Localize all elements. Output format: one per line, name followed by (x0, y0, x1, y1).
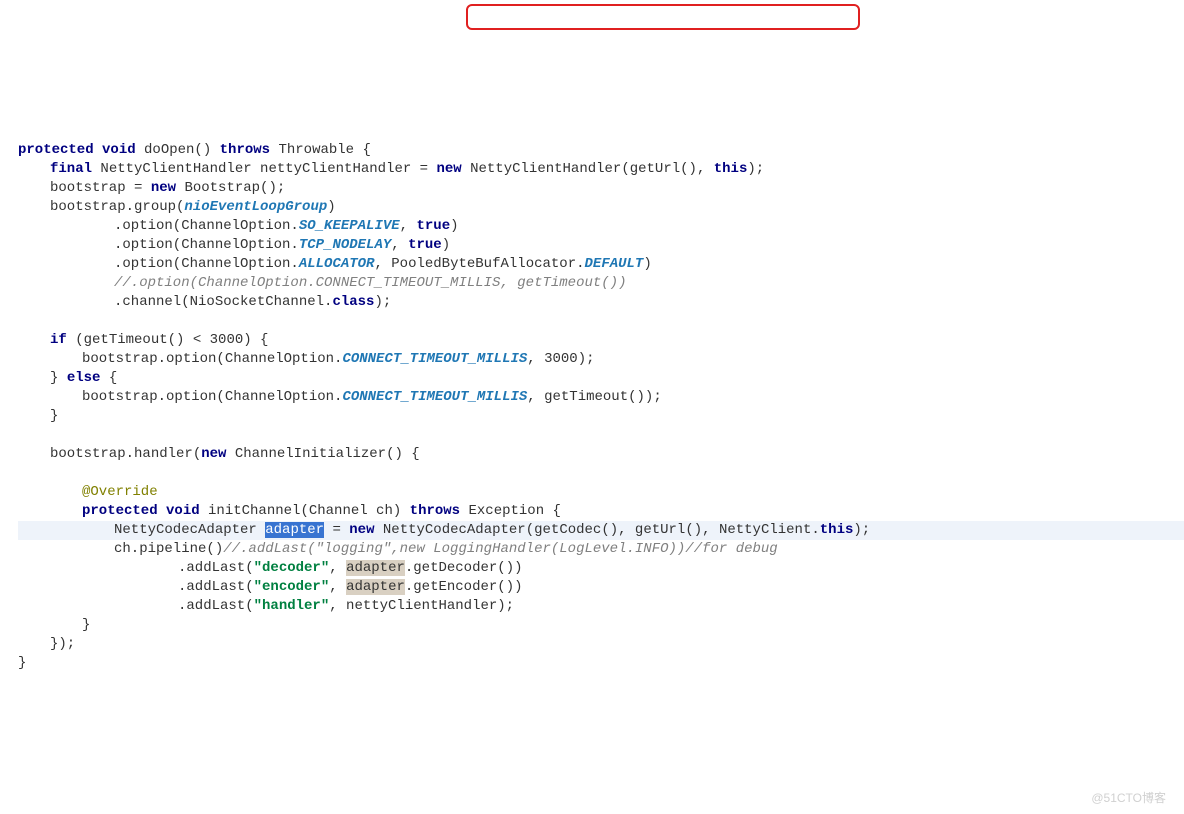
code-token: new (436, 161, 461, 177)
code-token: } (50, 370, 67, 386)
code-token: , (400, 218, 417, 234)
code-comment: //.addLast("logging",new LoggingHandler(… (223, 541, 778, 557)
watermark-text: @51CTO博客 (1091, 789, 1166, 808)
code-token: = (324, 522, 349, 538)
code-token: ); (747, 161, 764, 177)
code-token: } (18, 655, 26, 671)
code-string: "handler" (254, 598, 330, 614)
code-token: new (349, 522, 374, 538)
code-token: ) (643, 256, 651, 272)
code-token: .getEncoder()) (405, 579, 523, 595)
code-string: "decoder" (254, 560, 330, 576)
code-token: ch.pipeline() (114, 541, 223, 557)
code-token: NettyClientHandler(getUrl(), (462, 161, 714, 177)
highlighted-line: NettyCodecAdapter adapter = new NettyCod… (18, 521, 1184, 540)
code-token: initChannel(Channel ch) (200, 503, 410, 519)
code-token: ChannelInitializer() { (226, 446, 419, 462)
code-token: Throwable { (270, 142, 371, 158)
code-token: class (332, 294, 374, 310)
code-token: , (391, 237, 408, 253)
code-comment: //.option(ChannelOption.CONNECT_TIMEOUT_… (114, 275, 626, 291)
code-token: DEFAULT (585, 256, 644, 272)
code-token: doOpen() (136, 142, 220, 158)
code-token: Exception { (460, 503, 561, 519)
code-token: .addLast( (178, 598, 254, 614)
code-token: bootstrap.option(ChannelOption. (82, 389, 342, 405)
code-token: (getTimeout() < 3000) { (67, 332, 269, 348)
code-token: }); (50, 636, 75, 652)
selected-identifier: adapter (265, 522, 324, 538)
code-token: true (416, 218, 450, 234)
code-token: , getTimeout()); (527, 389, 661, 405)
code-string: "encoder" (254, 579, 330, 595)
code-token: NettyCodecAdapter(getCodec(), getUrl(), … (374, 522, 819, 538)
code-token: bootstrap.handler( (50, 446, 201, 462)
red-highlight-box (466, 4, 860, 30)
code-token: this (714, 161, 748, 177)
code-token: CONNECT_TIMEOUT_MILLIS (342, 351, 527, 367)
code-token: Bootstrap(); (176, 180, 285, 196)
code-token: , PooledByteBufAllocator. (374, 256, 584, 272)
code-token: protected void (82, 503, 200, 519)
code-block: protected void doOpen() throws Throwable… (18, 122, 1166, 673)
code-token: .getDecoder()) (405, 560, 523, 576)
code-token: ) (442, 237, 450, 253)
code-token: throws (220, 142, 270, 158)
code-token: this (820, 522, 854, 538)
identifier-usage: adapter (346, 560, 405, 576)
code-token: NettyClientHandler nettyClientHandler = (92, 161, 436, 177)
code-token: NettyCodecAdapter (114, 522, 265, 538)
code-token: , 3000); (527, 351, 594, 367)
code-token: SO_KEEPALIVE (299, 218, 400, 234)
code-token: bootstrap.option(ChannelOption. (82, 351, 342, 367)
code-token: } (50, 408, 58, 424)
code-token: throws (410, 503, 460, 519)
code-token: else (67, 370, 101, 386)
code-token: .addLast( (178, 579, 254, 595)
code-token: .option(ChannelOption. (114, 237, 299, 253)
code-token: ) (327, 199, 335, 215)
code-token: ); (374, 294, 391, 310)
code-token: , (329, 579, 346, 595)
code-token: CONNECT_TIMEOUT_MILLIS (342, 389, 527, 405)
code-token: if (50, 332, 67, 348)
code-token: protected void (18, 142, 136, 158)
code-token: new (201, 446, 226, 462)
code-annotation: @Override (82, 484, 158, 500)
code-token: } (82, 617, 90, 633)
code-token: .option(ChannelOption. (114, 256, 299, 272)
code-token: .addLast( (178, 560, 254, 576)
code-token: ALLOCATOR (299, 256, 375, 272)
code-token: final (50, 161, 92, 177)
code-token: true (408, 237, 442, 253)
code-token: , nettyClientHandler); (329, 598, 514, 614)
code-token: bootstrap.group( (50, 199, 184, 215)
code-token: ) (450, 218, 458, 234)
code-token: new (151, 180, 176, 196)
code-token: nioEventLoopGroup (184, 199, 327, 215)
code-token: bootstrap = (50, 180, 151, 196)
identifier-usage: adapter (346, 579, 405, 595)
code-token: , (329, 560, 346, 576)
code-token: .channel(NioSocketChannel. (114, 294, 332, 310)
code-token: TCP_NODELAY (299, 237, 391, 253)
code-token: { (100, 370, 117, 386)
code-token: .option(ChannelOption. (114, 218, 299, 234)
code-token: ); (853, 522, 870, 538)
